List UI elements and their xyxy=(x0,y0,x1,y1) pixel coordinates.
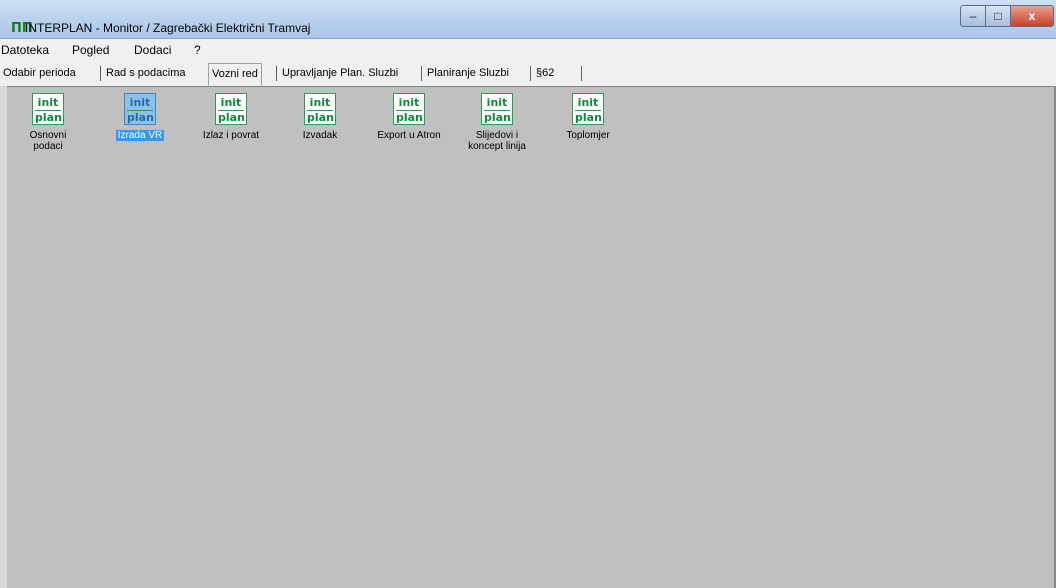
main-window: ΠΠ INTERPLAN - Monitor / Zagrebački Elek… xyxy=(0,0,1056,588)
module-export-u-atron[interactable]: init plan Export u Atron xyxy=(369,93,449,143)
module-label: Izrada VR xyxy=(115,130,165,141)
menu-help[interactable]: ? xyxy=(194,43,201,57)
initplan-logo-icon: init plan xyxy=(32,93,64,125)
logo-text-init: init xyxy=(486,96,508,109)
initplan-logo-icon: init plan xyxy=(572,93,604,125)
module-toplomjer[interactable]: init plan Toplomjer xyxy=(548,93,628,143)
tab-upravljanje-plan-sluzbi[interactable]: Upravljanje Plan. Sluzbi xyxy=(280,67,400,79)
title-bar: ΠΠ INTERPLAN - Monitor / Zagrebački Elek… xyxy=(0,0,1056,39)
logo-text-init: init xyxy=(398,96,420,109)
tab-separator xyxy=(276,66,277,81)
tab-rad-s-podacima[interactable]: Rad s podacima xyxy=(104,67,188,79)
logo-text-plan: plan xyxy=(35,110,62,124)
left-border xyxy=(0,86,7,588)
tab-planiranje-sluzbi[interactable]: Planiranje Sluzbi xyxy=(425,67,511,79)
logo-text-plan: plan xyxy=(575,110,602,124)
logo-text-plan: plan xyxy=(484,110,511,124)
logo-text-init: init xyxy=(37,96,59,109)
initplan-logo-icon: init plan xyxy=(124,93,156,125)
logo-text-init: init xyxy=(577,96,599,109)
tab-vozni-red[interactable]: Vozni red xyxy=(208,63,262,86)
logo-text-plan: plan xyxy=(218,110,245,124)
logo-text-init: init xyxy=(220,96,242,109)
initplan-logo-icon: init plan xyxy=(304,93,336,125)
module-izrada-vr[interactable]: init plan Izrada VR xyxy=(100,93,180,143)
logo-text-plan: plan xyxy=(127,110,154,124)
tab-paragraph-62[interactable]: §62 xyxy=(534,67,556,79)
menu-dodaci[interactable]: Dodaci xyxy=(134,43,171,57)
module-label: Toplomjer xyxy=(566,130,610,141)
tab-separator xyxy=(530,66,531,81)
window-controls: – □ x xyxy=(960,5,1054,27)
menu-bar: Datoteka Pogled Dodaci ? xyxy=(0,40,1056,60)
module-slijedovi-i-koncept-linija[interactable]: init plan Slijedovi i koncept linija xyxy=(457,93,537,154)
module-izlaz-i-povrat[interactable]: init plan Izlaz i povrat xyxy=(191,93,271,143)
tab-separator xyxy=(421,66,422,81)
module-label: Izlaz i povrat xyxy=(202,130,260,141)
initplan-logo-icon: init plan xyxy=(215,93,247,125)
module-label: Izvadak xyxy=(302,130,338,141)
tab-odabir-perioda[interactable]: Odabir perioda xyxy=(1,67,78,79)
tab-bar: Odabir perioda Rad s podacima Vozni red … xyxy=(0,62,1056,87)
initplan-logo-icon: init plan xyxy=(393,93,425,125)
tab-separator xyxy=(581,66,582,81)
logo-text-plan: plan xyxy=(396,110,423,124)
module-izvadak[interactable]: init plan Izvadak xyxy=(280,93,360,143)
minimize-button[interactable]: – xyxy=(960,5,986,27)
menu-datoteka[interactable]: Datoteka xyxy=(1,43,49,57)
tab-separator xyxy=(100,66,101,81)
maximize-button[interactable]: □ xyxy=(986,5,1011,27)
module-osnovni-podaci[interactable]: init plan Osnovni podaci xyxy=(8,93,88,154)
logo-text-init: init xyxy=(129,96,151,109)
logo-text-plan: plan xyxy=(307,110,334,124)
module-label: Osnovni podaci xyxy=(29,130,67,152)
window-title: INTERPLAN - Monitor / Zagrebački Elektri… xyxy=(25,21,311,35)
logo-text-init: init xyxy=(309,96,331,109)
initplan-logo-icon: init plan xyxy=(481,93,513,125)
module-panel: init plan Osnovni podaci init plan Izrada … xyxy=(0,86,1056,588)
module-label: Slijedovi i koncept linija xyxy=(468,130,526,152)
menu-pogled[interactable]: Pogled xyxy=(72,43,109,57)
module-label: Export u Atron xyxy=(377,130,441,141)
close-button[interactable]: x xyxy=(1011,5,1054,27)
